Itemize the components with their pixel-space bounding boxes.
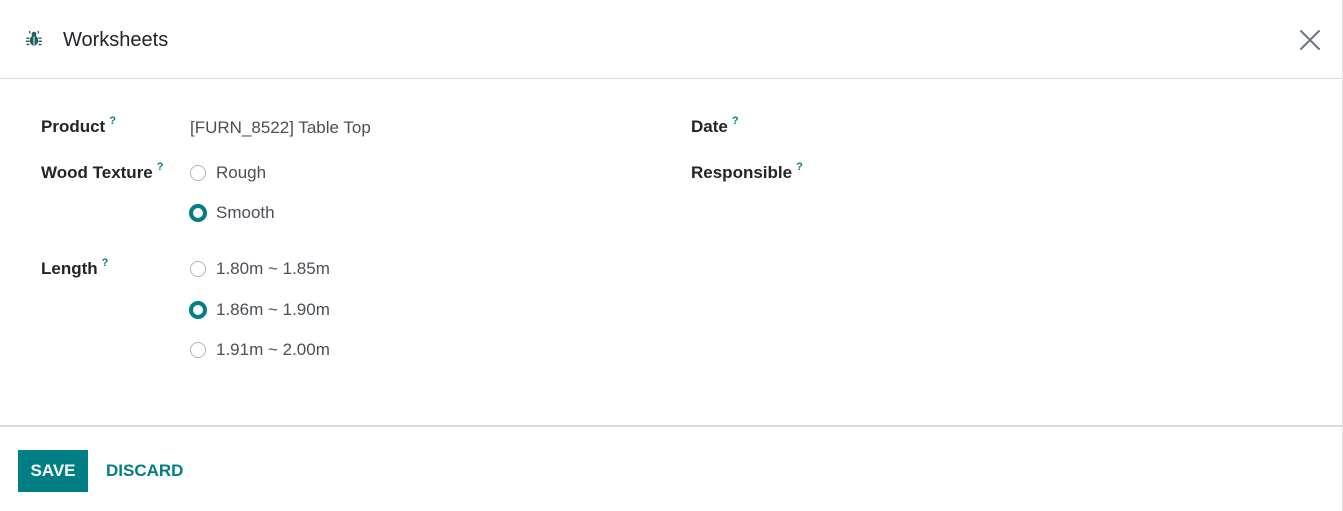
product-label-text: Product bbox=[41, 117, 106, 136]
length-option-3[interactable]: 1.91m ~ 2.00m bbox=[190, 339, 330, 361]
wood-texture-option-rough[interactable]: Rough bbox=[190, 162, 266, 184]
radio-checked-icon[interactable] bbox=[189, 204, 207, 222]
wood-texture-label-text: Wood Texture bbox=[41, 163, 153, 182]
date-label-text: Date bbox=[691, 117, 728, 136]
wood-texture-label: Wood Texture? bbox=[41, 161, 164, 185]
length-option-2[interactable]: 1.86m ~ 1.90m bbox=[189, 299, 330, 321]
length-label: Length? bbox=[41, 257, 109, 281]
wood-texture-help-icon[interactable]: ? bbox=[157, 161, 164, 173]
product-help-icon[interactable]: ? bbox=[109, 115, 116, 127]
date-help-icon[interactable]: ? bbox=[732, 115, 739, 127]
length-help-icon[interactable]: ? bbox=[102, 257, 109, 269]
dialog-title: Worksheets bbox=[63, 29, 169, 51]
bug-icon bbox=[26, 31, 42, 46]
radio-label: 1.86m ~ 1.90m bbox=[216, 300, 330, 319]
product-label: Product? bbox=[41, 115, 116, 139]
discard-button[interactable]: DISCARD bbox=[98, 450, 191, 492]
save-button[interactable]: SAVE bbox=[18, 450, 88, 492]
length-label-text: Length bbox=[41, 259, 98, 278]
radio-label: Smooth bbox=[216, 203, 275, 222]
close-icon[interactable] bbox=[1298, 28, 1322, 52]
responsible-label: Responsible? bbox=[691, 161, 803, 185]
responsible-field[interactable] bbox=[840, 164, 1240, 184]
responsible-label-text: Responsible bbox=[691, 163, 793, 182]
radio-label: 1.80m ~ 1.85m bbox=[216, 259, 330, 278]
dialog-header: Worksheets bbox=[0, 0, 1342, 79]
radio-unchecked-icon[interactable] bbox=[190, 261, 206, 277]
dialog-footer: SAVE DISCARD bbox=[0, 425, 1342, 511]
responsible-help-icon[interactable]: ? bbox=[796, 161, 803, 173]
wood-texture-option-smooth[interactable]: Smooth bbox=[189, 202, 275, 224]
worksheets-dialog: Worksheets Product? [FURN_8522] Table To… bbox=[0, 0, 1343, 511]
date-field[interactable] bbox=[840, 118, 1240, 138]
radio-unchecked-icon[interactable] bbox=[190, 342, 206, 358]
radio-unchecked-icon[interactable] bbox=[190, 165, 206, 181]
radio-label: Rough bbox=[216, 163, 267, 182]
radio-label: 1.91m ~ 2.00m bbox=[216, 340, 330, 359]
radio-checked-icon[interactable] bbox=[189, 301, 207, 319]
product-value[interactable]: [FURN_8522] Table Top bbox=[190, 118, 371, 138]
length-option-1[interactable]: 1.80m ~ 1.85m bbox=[190, 258, 330, 280]
date-label: Date? bbox=[691, 115, 739, 139]
